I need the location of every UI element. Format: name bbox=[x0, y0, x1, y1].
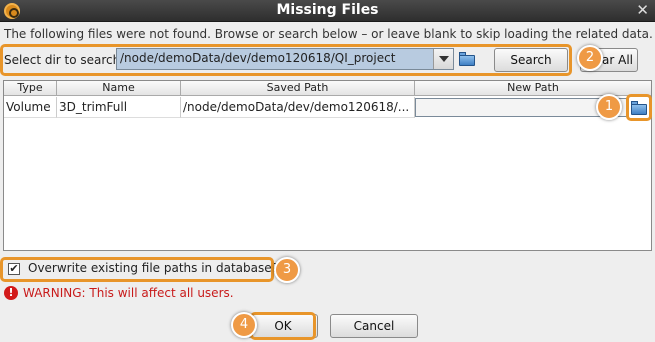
callout-highlight-ok bbox=[250, 312, 316, 340]
window-titlebar: Missing Files ✕ bbox=[0, 0, 655, 22]
callout-highlight-browse bbox=[626, 94, 652, 121]
callout-badge-1: 1 bbox=[596, 94, 622, 120]
cell-name: 3D_trimFull bbox=[57, 97, 181, 118]
callout-highlight-search bbox=[0, 44, 572, 76]
close-icon[interactable]: ✕ bbox=[636, 1, 649, 19]
column-header-saved-path[interactable]: Saved Path bbox=[181, 81, 415, 96]
window-title: Missing Files bbox=[276, 2, 379, 18]
warning-text: WARNING: This will affect all users. bbox=[23, 286, 234, 300]
callout-highlight-overwrite bbox=[0, 257, 274, 282]
missing-files-table: Type Name Saved Path New Path Volume 3D_… bbox=[3, 80, 652, 251]
column-header-type[interactable]: Type bbox=[4, 81, 57, 96]
cell-saved-path: /node/demoData/dev/demo120618/... bbox=[181, 97, 415, 118]
info-message: The following files were not found. Brow… bbox=[4, 27, 653, 41]
callout-badge-4: 4 bbox=[231, 312, 257, 338]
warning-icon: ! bbox=[4, 286, 18, 300]
callout-badge-2: 2 bbox=[577, 45, 603, 71]
column-header-new-path[interactable]: New Path bbox=[415, 81, 651, 96]
table-header: Type Name Saved Path New Path bbox=[4, 81, 651, 96]
cell-type: Volume bbox=[4, 97, 57, 118]
table-row[interactable]: Volume 3D_trimFull /node/demoData/dev/de… bbox=[4, 97, 651, 118]
column-header-name[interactable]: Name bbox=[57, 81, 181, 96]
cancel-button[interactable]: Cancel bbox=[330, 314, 418, 338]
callout-badge-3: 3 bbox=[274, 257, 300, 283]
